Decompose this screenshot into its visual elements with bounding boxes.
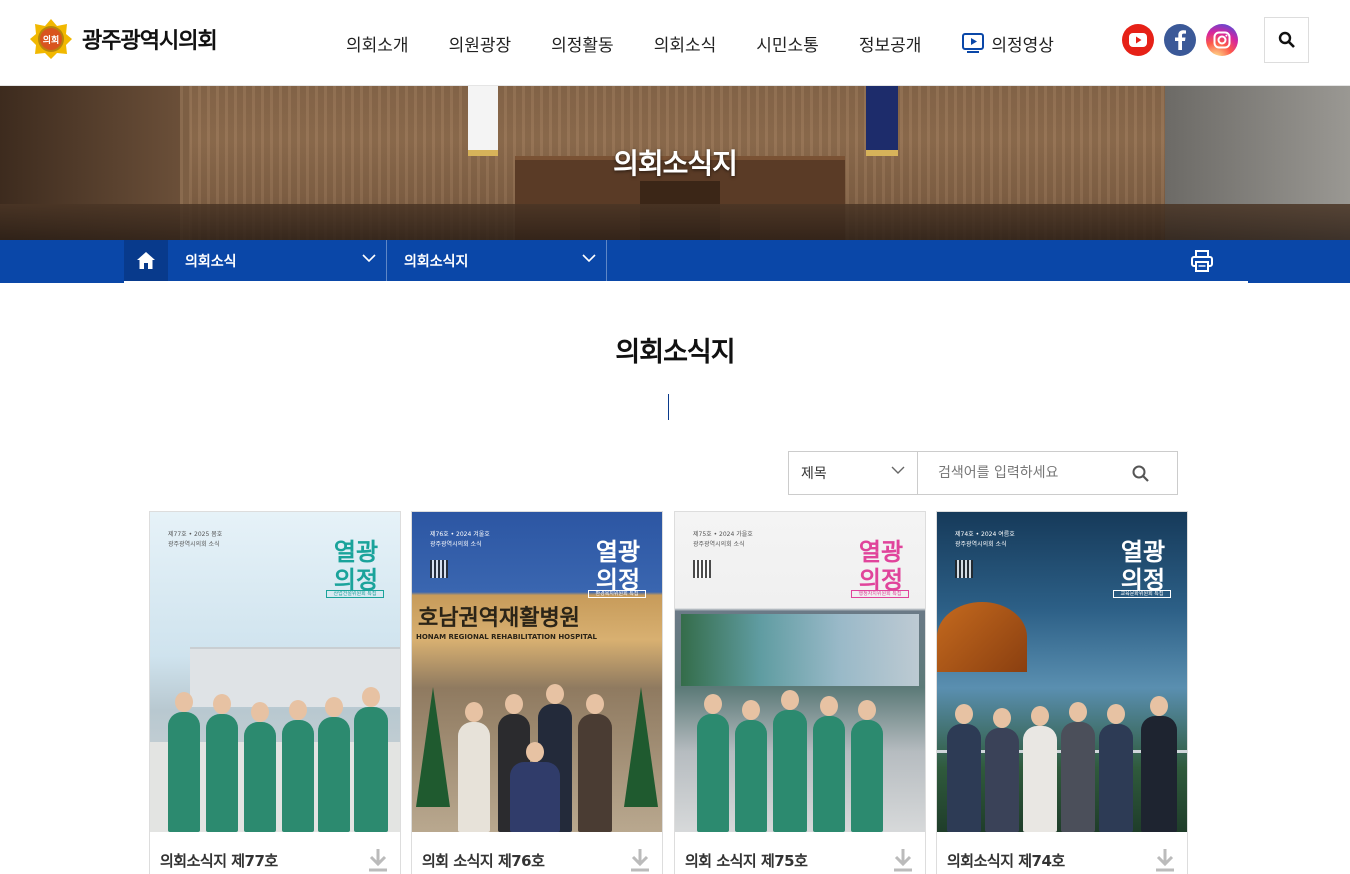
cover-tag: 환경복지위원회 특집 [588, 590, 646, 598]
main-navigation: 의회소개 의원광장 의정활동 의회소식 시민소통 정보공개 의정영상 [326, 0, 1074, 86]
location-depth2-dropdown[interactable]: 의회소식지 [387, 240, 607, 281]
newsletter-title: 의회 소식지 제76호 [422, 852, 545, 870]
location-bar: 의회소식 의회소식지 [0, 240, 1350, 283]
download-icon[interactable] [368, 848, 388, 872]
logo-badge-text: 의회 [43, 34, 60, 46]
qr-code [955, 560, 973, 578]
cover-meta: 제75호 • 2024 가을호 광주광역시의회 소식 [693, 531, 753, 548]
nav-council-video[interactable]: 의정영상 [941, 31, 1074, 56]
yeollin-gwangjeong-logo: 열광의정 [859, 538, 903, 594]
svg-text:열광: 열광 [596, 538, 640, 566]
home-icon [137, 252, 155, 269]
facebook-icon[interactable] [1164, 24, 1196, 56]
title-divider [668, 394, 669, 420]
home-button[interactable] [124, 240, 168, 281]
cover-tag: 행정자치위원회 특집 [851, 590, 909, 598]
download-icon[interactable] [893, 848, 913, 872]
newsletter-card[interactable]: 제77호 • 2025 봄호 광주광역시의회 소식 열광 의정 산업건설위원회 특집… [149, 511, 401, 874]
cover-tag: 교육문화위원회 특집 [1113, 590, 1171, 598]
banner-title: 의회소식지 [613, 147, 738, 180]
search-input-wrapper [918, 451, 1178, 495]
newsletter-cover-image: 제74호 • 2024 여름호 광주광역시의회 소식 열광 의정 교육문화위원회 특… [937, 512, 1187, 832]
printer-icon [1191, 250, 1213, 272]
svg-text:열광: 열광 [1121, 538, 1165, 566]
newsletter-cover-image: 제77호 • 2025 봄호 광주광역시의회 소식 열광 의정 산업건설위원회 특집 [150, 512, 400, 832]
yeollin-gwangjeong-logo: 열광의정 [334, 538, 378, 594]
newsletter-cover-image: 제76호 • 2024 겨울호 광주광역시의회 소식 열광 의정 환경복지위원회 특… [412, 512, 662, 832]
search-input[interactable] [918, 452, 1118, 494]
instagram-icon[interactable] [1206, 24, 1238, 56]
banner-desks [0, 204, 1350, 240]
logo-text: 광주광역시의회 [82, 29, 218, 54]
newsletter-gallery: 제77호 • 2025 봄호 광주광역시의회 소식 열광 의정 산업건설위원회 특집… [149, 511, 1189, 874]
newsletter-title: 의회 소식지 제75호 [685, 852, 808, 870]
nav-information-disclosure[interactable]: 정보공개 [839, 31, 942, 56]
qr-code [430, 560, 448, 578]
location-bar-inner: 의회소식 의회소식지 [124, 240, 1248, 283]
location-depth1-dropdown[interactable]: 의회소식 [168, 240, 387, 281]
newsletter-card[interactable]: 제76호 • 2024 겨울호 광주광역시의회 소식 열광 의정 환경복지위원회 특… [411, 511, 663, 874]
search-icon[interactable] [1131, 464, 1151, 484]
sub-visual-banner: 의회소식지 [0, 86, 1350, 240]
download-icon[interactable] [630, 848, 650, 872]
print-button[interactable] [1190, 250, 1214, 272]
svg-text:열광: 열광 [334, 538, 378, 566]
chevron-down-icon [582, 254, 596, 263]
nav-council-intro[interactable]: 의회소개 [326, 31, 429, 56]
page-title: 의회소식지 [615, 337, 735, 368]
nav-council-news[interactable]: 의회소식 [634, 31, 737, 56]
newsletter-title: 의회소식지 제77호 [160, 852, 278, 870]
nav-council-activities[interactable]: 의정활동 [531, 31, 634, 56]
cover-people [412, 652, 662, 832]
nav-council-video-label: 의정영상 [991, 35, 1054, 56]
cover-meta: 제76호 • 2024 겨울호 광주광역시의회 소식 [430, 531, 490, 548]
search-field-select-value: 제목 [801, 466, 827, 482]
hospital-sign-en: HONAM REGIONAL REHABILITATION HOSPITAL [416, 633, 598, 641]
yeollin-gwangjeong-logo: 열광의정 [596, 538, 640, 594]
newsletter-card[interactable]: 제74호 • 2024 여름호 광주광역시의회 소식 열광 의정 교육문화위원회 특… [936, 511, 1188, 874]
search-icon [1278, 31, 1295, 48]
location-depth1-label: 의회소식 [185, 253, 237, 270]
svg-text:열광: 열광 [859, 538, 903, 566]
nav-citizen-communication[interactable]: 시민소통 [736, 31, 839, 56]
cover-people [937, 652, 1187, 832]
chevron-down-icon [362, 254, 376, 263]
search-field-select[interactable]: 제목 [788, 451, 918, 495]
cover-people [150, 652, 400, 832]
newsletter-title: 의회소식지 제74호 [947, 852, 1065, 870]
header-search-button[interactable] [1264, 17, 1309, 63]
cover-people [675, 652, 925, 832]
council-emblem-icon: 의회 [30, 18, 72, 60]
newsletter-card[interactable]: 제75호 • 2024 가을호 광주광역시의회 소식 열광 의정 행정자치위원회 특… [674, 511, 926, 874]
cover-tag: 산업건설위원회 특집 [326, 590, 384, 598]
location-depth2-label: 의회소식지 [404, 253, 469, 270]
sns-links [1122, 24, 1238, 56]
chevron-down-icon [891, 466, 905, 474]
board-search: 제목 [788, 451, 1178, 495]
youtube-icon[interactable] [1122, 24, 1154, 56]
cover-meta: 제77호 • 2025 봄호 광주광역시의회 소식 [168, 531, 223, 548]
qr-code [693, 560, 711, 578]
newsletter-cover-image: 제75호 • 2024 가을호 광주광역시의회 소식 열광 의정 행정자치위원회 특… [675, 512, 925, 832]
site-logo[interactable]: 의회 광주광역시의회 [30, 18, 218, 60]
site-header: 의회 광주광역시의회 의회소개 의원광장 의정활동 의회소식 시민소통 정보공개… [0, 0, 1350, 86]
yeollin-gwangjeong-logo: 열광의정 [1121, 538, 1165, 594]
nav-member-plaza[interactable]: 의원광장 [429, 31, 532, 56]
download-icon[interactable] [1155, 848, 1175, 872]
video-screen-icon [962, 33, 985, 53]
cover-meta: 제74호 • 2024 여름호 광주광역시의회 소식 [955, 531, 1015, 548]
